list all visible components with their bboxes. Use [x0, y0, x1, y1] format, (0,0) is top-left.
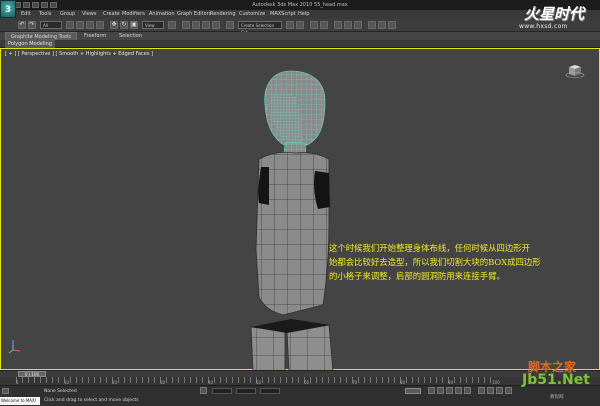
- annotation-line-2: 始都会比较好去造型，所以我们切割大块的BOX成四边形: [329, 257, 541, 267]
- prompt-status-text: Click and drag to select and move object…: [44, 398, 139, 403]
- layer-status-icon[interactable]: [2, 388, 9, 394]
- material-editor-icon[interactable]: [354, 21, 362, 29]
- selection-filter-dropdown[interactable]: All: [40, 21, 62, 29]
- tutorial-annotation: 这个时候我们开始整理身体布线，任何时候从四边形开 始都会比较好去造型，所以我们切…: [329, 241, 600, 283]
- align-icon[interactable]: [296, 21, 304, 29]
- previous-frame-icon[interactable]: [437, 387, 444, 394]
- next-frame-icon[interactable]: [455, 387, 462, 394]
- select-object-button[interactable]: [66, 21, 74, 29]
- hxsd-watermark: 火星时代 www.hxsd.com: [509, 3, 599, 32]
- jb51-watermark: 脚本之家 Jb51.Net 教程网: [520, 358, 600, 406]
- tick-label: 0: [16, 380, 19, 385]
- left-leg-mesh: [250, 326, 286, 371]
- angle-snap-icon[interactable]: [192, 21, 200, 29]
- polygon-modeling-panel[interactable]: Polygon Modeling: [5, 40, 55, 48]
- z-coordinate-field[interactable]: [260, 388, 280, 394]
- menu-animation[interactable]: Animation: [149, 10, 175, 19]
- selection-lock-icon[interactable]: [200, 387, 207, 394]
- x-coordinate-field[interactable]: [212, 388, 232, 394]
- maximize-viewport-icon[interactable]: [505, 387, 512, 394]
- tick-label: 40: [208, 380, 214, 385]
- percent-snap-icon[interactable]: [202, 21, 210, 29]
- tab-freeform[interactable]: Freeform: [84, 32, 106, 40]
- tick-label: 90: [448, 380, 454, 385]
- time-slider[interactable]: 0 / 100: [0, 370, 600, 377]
- tick-label: 60: [304, 380, 310, 385]
- undo-button[interactable]: ↶: [18, 21, 26, 29]
- window-crossing-button[interactable]: [96, 21, 104, 29]
- tick-label: 30: [160, 380, 166, 385]
- selection-status-text: None Selected: [44, 389, 77, 394]
- y-coordinate-field[interactable]: [236, 388, 256, 394]
- move-tool-icon[interactable]: ✥: [110, 21, 118, 29]
- rendered-frame-icon[interactable]: [378, 21, 386, 29]
- go-to-start-icon[interactable]: [428, 387, 435, 394]
- select-by-name-button[interactable]: [76, 21, 84, 29]
- curve-editor-icon[interactable]: [334, 21, 342, 29]
- menu-tools[interactable]: Tools: [39, 10, 51, 19]
- menu-group[interactable]: Group: [60, 10, 75, 19]
- graphite-ribbon: Graphite Modeling Tools Freeform Selecti…: [0, 32, 600, 41]
- menu-views[interactable]: Views: [82, 10, 96, 19]
- jb51-subtitle: 教程网: [550, 395, 564, 400]
- track-bar[interactable]: 0 10 20 30 40 50 60 70 80 90 100: [0, 377, 600, 386]
- tick-label: 10: [64, 380, 70, 385]
- reference-coordinate-dropdown[interactable]: View: [142, 21, 164, 29]
- go-to-end-icon[interactable]: [464, 387, 471, 394]
- render-setup-icon[interactable]: [368, 21, 376, 29]
- named-selection-dropdown[interactable]: Create Selection Set: [238, 21, 282, 35]
- mirror-icon[interactable]: [286, 21, 294, 29]
- hxsd-logo-text: 火星时代: [523, 5, 584, 23]
- zoom-icon[interactable]: [478, 387, 485, 394]
- tick-label: 100: [492, 380, 500, 385]
- redo-button[interactable]: ↷: [28, 21, 36, 29]
- render-teapot-icon[interactable]: [388, 21, 396, 29]
- status-icons: [2, 388, 9, 394]
- menu-modifiers[interactable]: Modifiers: [122, 10, 145, 19]
- status-bar: Welcome to MAX! None Selected Click and …: [0, 386, 600, 406]
- right-shoulder-hole: [314, 171, 330, 209]
- rectangular-selection-button[interactable]: [86, 21, 94, 29]
- application-menu-button[interactable]: 3: [0, 0, 16, 18]
- body-mesh-model[interactable]: [1, 49, 600, 371]
- edit-named-selection-icon[interactable]: [226, 21, 234, 29]
- rotate-tool-icon[interactable]: ↻: [120, 21, 128, 29]
- menu-maxscript[interactable]: MAXScript: [270, 10, 296, 19]
- menu-graph-editors[interactable]: Graph Editors: [177, 10, 211, 19]
- annotation-line-3: 的小格子来调整，肩部的圆洞防用来连接手臂。: [329, 271, 505, 281]
- tick-label: 20: [112, 380, 118, 385]
- graphite-toggle-icon[interactable]: [320, 21, 328, 29]
- orbit-icon[interactable]: [496, 387, 503, 394]
- perspective-viewport[interactable]: [ + ] [ Perspective ] [ Smooth + Highlig…: [0, 48, 600, 371]
- tick-label: 50: [256, 380, 262, 385]
- axis-tripod-icon: [8, 340, 21, 354]
- ribbon-panel-bar: Polygon Modeling: [0, 40, 600, 48]
- 3ds-max-window: Autodesk 3ds Max 2010 55_head.max 3 Edit…: [0, 0, 600, 406]
- menu-edit[interactable]: Edit: [21, 10, 31, 19]
- menu-customize[interactable]: Customize: [239, 10, 265, 19]
- jb51-url: Jb51.Net: [522, 372, 590, 388]
- play-icon[interactable]: [446, 387, 453, 394]
- tick-label: 80: [400, 380, 406, 385]
- layer-manager-icon[interactable]: [310, 21, 318, 29]
- snap-toggle-icon[interactable]: [182, 21, 190, 29]
- menu-help[interactable]: Help: [298, 10, 309, 19]
- schematic-view-icon[interactable]: [344, 21, 352, 29]
- annotation-line-1: 这个时候我们开始整理身体布线，任何时候从四边形开: [329, 243, 530, 253]
- tab-selection[interactable]: Selection: [119, 32, 142, 40]
- maxscript-listener-field[interactable]: Welcome to MAX!: [0, 397, 40, 405]
- pan-icon[interactable]: [487, 387, 494, 394]
- pivot-center-button[interactable]: [168, 21, 176, 29]
- menu-create[interactable]: Create: [103, 10, 120, 19]
- menu-rendering[interactable]: Rendering: [210, 10, 236, 19]
- tick-label: 70: [352, 380, 358, 385]
- spinner-snap-icon[interactable]: [212, 21, 220, 29]
- scale-tool-icon[interactable]: ▣: [130, 21, 138, 29]
- auto-key-button[interactable]: [405, 388, 421, 394]
- right-leg-mesh: [286, 324, 334, 371]
- hxsd-url: www.hxsd.com: [519, 23, 568, 30]
